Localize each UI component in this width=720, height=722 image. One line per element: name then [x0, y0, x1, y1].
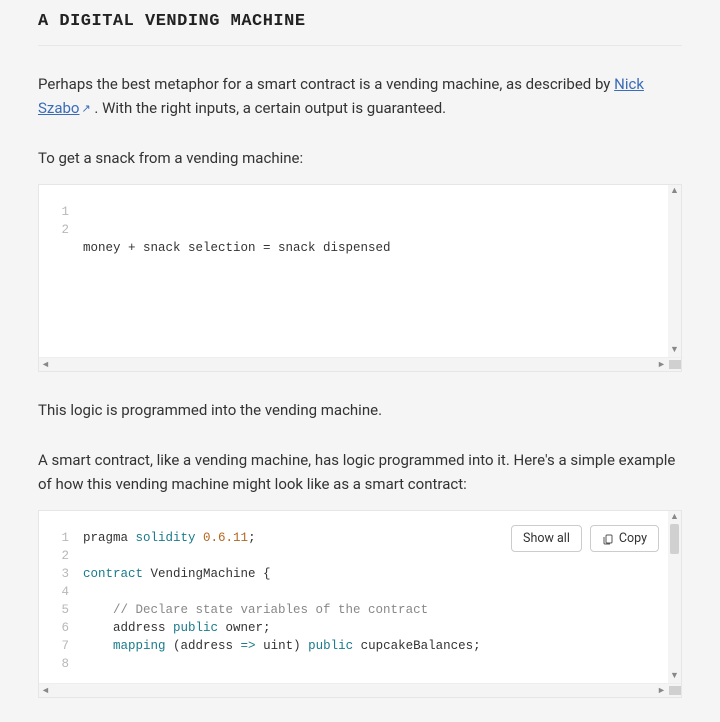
intro-text-2: . With the right inputs, a certain outpu… [91, 99, 446, 117]
code-block-2: Show all Copy 1 2 3 4 5 6 7 8 pragma sol… [38, 510, 682, 698]
horizontal-scrollbar[interactable]: ◄ ► [39, 683, 681, 697]
line-gutter: 1 2 [39, 203, 83, 347]
article-content: A DIGITAL VENDING MACHINE Perhaps the be… [0, 8, 720, 722]
copy-button[interactable]: Copy [590, 525, 659, 552]
scroll-left-icon[interactable]: ◄ [39, 684, 52, 697]
code-lines: money + snack selection = snack dispense… [83, 203, 681, 347]
scroll-left-icon[interactable]: ◄ [39, 358, 52, 371]
code-block-1: 1 2 money + snack selection = snack disp… [38, 184, 682, 372]
clipboard-icon [602, 533, 614, 545]
paragraph-2: To get a snack from a vending machine: [38, 146, 682, 170]
scroll-thumb[interactable] [670, 524, 679, 554]
section-heading: A DIGITAL VENDING MACHINE [38, 8, 682, 46]
scroll-down-icon[interactable]: ▼ [668, 344, 681, 357]
scroll-right-icon[interactable]: ► [655, 684, 668, 697]
scroll-right-icon[interactable]: ► [655, 358, 668, 371]
line-gutter: 1 2 3 4 5 6 7 8 [39, 529, 83, 673]
scroll-down-icon[interactable]: ▼ [668, 670, 681, 683]
intro-paragraph: Perhaps the best metaphor for a smart co… [38, 72, 682, 120]
horizontal-scrollbar[interactable]: ◄ ► [39, 357, 681, 371]
paragraph-4: A smart contract, like a vending machine… [38, 448, 682, 496]
scroll-up-icon[interactable]: ▲ [668, 511, 681, 524]
external-link-icon: ↗ [81, 100, 90, 118]
code-toolbar: Show all Copy [511, 525, 659, 552]
scroll-thumb[interactable] [669, 686, 681, 695]
paragraph-3: This logic is programmed into the vendin… [38, 398, 682, 422]
scroll-thumb[interactable] [669, 360, 681, 369]
intro-text-1: Perhaps the best metaphor for a smart co… [38, 75, 614, 93]
vertical-scrollbar[interactable]: ▲ ▼ [668, 511, 681, 683]
show-all-button[interactable]: Show all [511, 525, 582, 552]
vertical-scrollbar[interactable]: ▲ ▼ [668, 185, 681, 357]
scroll-up-icon[interactable]: ▲ [668, 185, 681, 198]
